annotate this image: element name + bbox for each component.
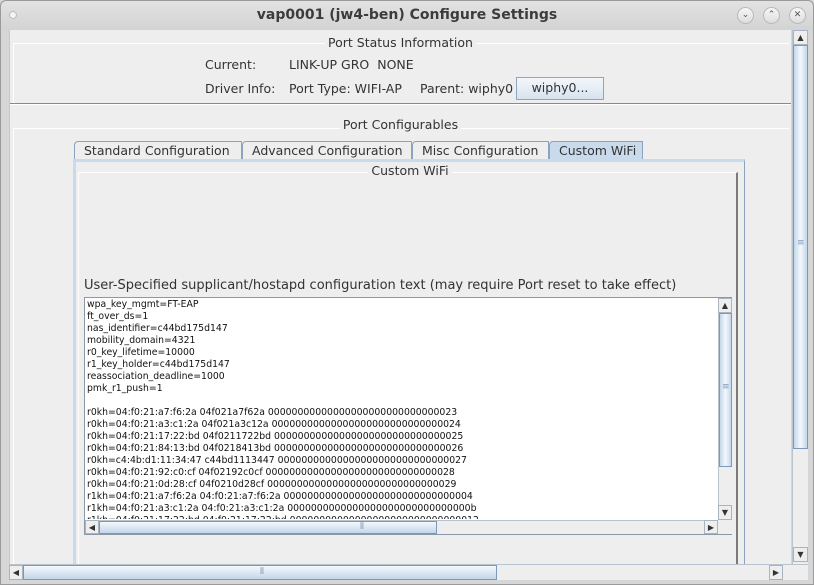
tab-misc-configuration[interactable]: Misc Configuration [412,141,549,160]
current-value: LINK-UP GRO NONE [289,57,414,72]
section-divider [10,103,791,105]
arrow-right-icon: ▶ [772,568,780,577]
window-scroll-left-button[interactable]: ◀ [9,565,23,580]
window-horizontal-scroll-thumb[interactable]: ⦀ [23,565,497,580]
port-status-legend: Port Status Information [10,35,791,50]
current-label: Current: [205,57,257,72]
arrow-up-icon: ▲ [721,301,729,310]
scrollbar-corner [718,520,732,534]
window-vertical-scrollbar[interactable]: ▲ ≡ ▼ [792,30,808,564]
config-text-area[interactable]: wpa_key_mgmt=FT-EAP ft_over_ds=1 nas_ide… [84,297,732,535]
driver-info-label: Driver Info: [205,81,276,96]
config-text-label: User-Specified supplicant/hostapd config… [84,278,677,293]
arrow-right-icon: ▶ [707,523,715,532]
window-scroll-right-button[interactable]: ▶ [769,565,783,580]
horizontal-scroll-thumb[interactable]: ⦀ [99,521,437,534]
grip-icon: ⦀ [360,522,364,532]
grip-icon: ≡ [797,238,805,248]
parent-wiphy-button[interactable]: wiphy0... [516,77,604,100]
tab-advanced-configuration[interactable]: Advanced Configuration [242,141,412,160]
port-configurables-legend: Port Configurables [10,117,791,132]
content-area: Port Status Information Current: LINK-UP… [9,30,791,565]
tab-standard-configuration[interactable]: Standard Configuration [74,141,242,160]
close-button[interactable]: ✕ [789,7,806,24]
arrow-down-icon: ▼ [797,550,804,559]
maximize-button[interactable]: ⌃ [763,7,780,24]
scroll-left-button[interactable]: ◀ [85,520,99,534]
window-scroll-down-button[interactable]: ▼ [793,547,808,562]
arrow-down-icon: ▼ [721,508,729,517]
scroll-up-button[interactable]: ▲ [718,298,732,313]
scroll-down-button[interactable]: ▼ [718,505,732,520]
scroll-right-button[interactable]: ▶ [704,520,718,534]
config-vertical-scrollbar[interactable]: ▲ ≡ ▼ [718,298,732,520]
configure-settings-window: vap0001 (jw4-ben) Configure Settings ⌄ ⌃… [0,0,814,585]
config-horizontal-scrollbar[interactable]: ◀ ⦀ ▶ [85,520,718,534]
custom-wifi-legend: Custom WiFi [76,163,744,178]
window-horizontal-scrollbar[interactable]: ◀ ⦀ ▶ [9,564,808,580]
window-vertical-scroll-thumb[interactable]: ≡ [793,45,808,449]
arrow-up-icon: ▲ [797,33,804,42]
tab-custom-wifi[interactable]: Custom WiFi [549,141,643,161]
parent-value: Parent: wiphy0 [420,81,514,96]
window-title: vap0001 (jw4-ben) Configure Settings [256,7,558,23]
grip-icon: ≡ [722,382,730,392]
config-text-content[interactable]: wpa_key_mgmt=FT-EAP ft_over_ds=1 nas_ide… [86,299,718,519]
port-type-value: Port Type: WIFI-AP [289,81,402,96]
vertical-scroll-thumb[interactable]: ≡ [719,313,732,467]
window-scroll-up-button[interactable]: ▲ [793,30,808,45]
title-bar[interactable]: vap0001 (jw4-ben) Configure Settings ⌄ ⌃… [1,1,813,30]
minimize-button[interactable]: ⌄ [737,7,754,24]
arrow-left-icon: ◀ [88,523,96,532]
grip-icon: ⦀ [260,567,264,577]
arrow-left-icon: ◀ [12,568,20,577]
